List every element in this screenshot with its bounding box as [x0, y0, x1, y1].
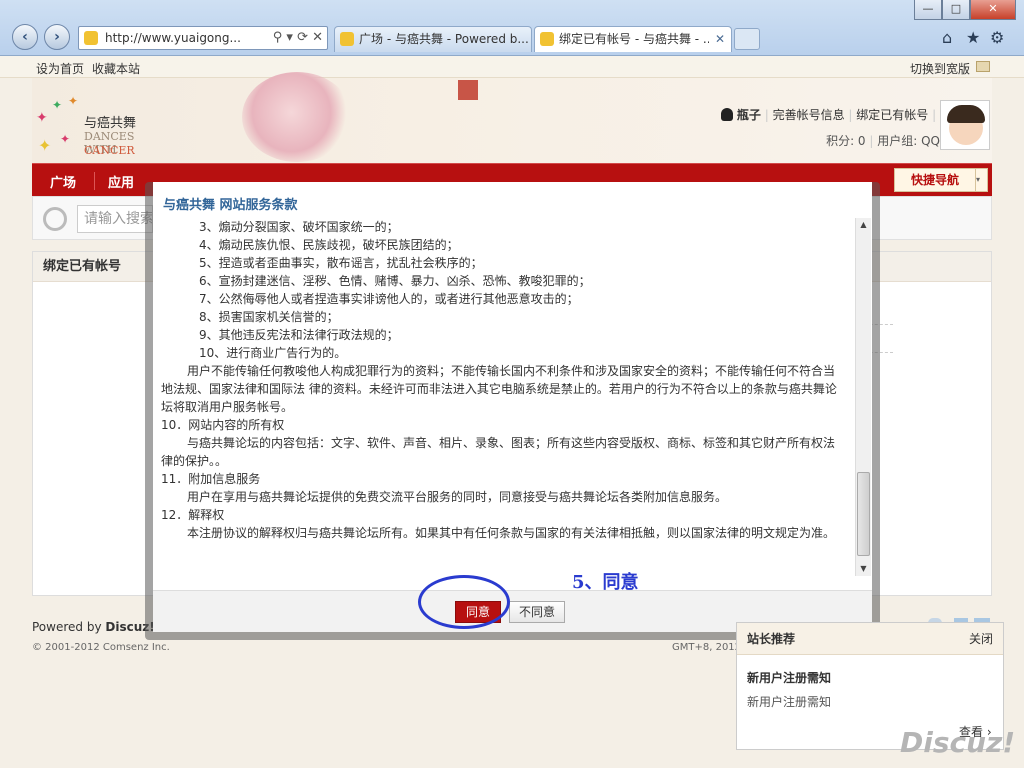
terms-paragraph: 坛将取消用户服务帐号。: [161, 400, 294, 414]
user-links: 瓶子 | 完善帐号信息 | 绑定已有帐号 | 退出: [721, 106, 964, 123]
nav-divider: [94, 172, 95, 190]
terms-paragraph: 本注册协议的解释权归与癌共舞论坛所有。如果其中有任何条款与国家的有关法律相抵触，…: [187, 526, 836, 540]
logo-stars-icon: ✦: [68, 94, 79, 108]
terms-line: 4、煽动民族仇恨、民族歧视，破坏民族团结的；: [199, 238, 459, 252]
recommend-item-text: 新用户注册需知: [747, 695, 832, 709]
tab-label: 绑定已有帐号 - 与癌共舞 - ...: [559, 32, 709, 46]
recommend-item-title[interactable]: 新用户注册需知: [747, 669, 831, 686]
scroll-down-arrow-icon[interactable]: ▼: [856, 562, 871, 576]
powered-prefix: Powered by: [32, 620, 106, 634]
terms-section-title: 11．附加信息服务: [161, 472, 261, 486]
switch-width-link[interactable]: 切换到宽版: [910, 60, 970, 77]
address-url: http://www.yuaigong...: [105, 31, 241, 45]
home-icon[interactable]: ⌂: [942, 28, 952, 47]
favorites-star-icon[interactable]: ★: [966, 28, 980, 47]
copyright-text: © 2001-2012 Comsenz Inc.: [32, 642, 170, 653]
forward-button[interactable]: ›: [44, 24, 70, 50]
tab-plaza[interactable]: 广场 - 与癌共舞 - Powered b...: [334, 26, 532, 52]
tutorial-annotation: 5、同意: [572, 572, 639, 593]
qq-penguin-icon: [721, 108, 734, 121]
search-input[interactable]: 请输入搜索: [77, 205, 153, 233]
nav-item-apps[interactable]: 应用: [108, 172, 134, 191]
tab-close-icon[interactable]: ✕: [715, 27, 725, 51]
username-link[interactable]: 瓶子: [737, 108, 761, 122]
recommend-header: 站长推荐 关闭: [737, 623, 1003, 655]
avatar[interactable]: [940, 100, 990, 150]
terms-paragraph: 用户不能传输任何教唆他人构成犯罪行为的资料；不能传输长国内不利条件和涉及国家安全…: [187, 364, 836, 378]
terms-line: 6、宣扬封建迷信、淫秽、色情、赌博、暴力、凶杀、恐怖、教唆犯罪的；: [199, 274, 591, 288]
bind-account-link[interactable]: 绑定已有帐号: [856, 108, 928, 122]
tab-bind-account[interactable]: 绑定已有帐号 - 与癌共舞 - ... ✕: [534, 26, 732, 52]
terms-line: 5、捏造或者歪曲事实，散布谣言，扰乱社会秩序的；: [199, 256, 483, 270]
quick-nav-label: 快捷导航: [911, 173, 960, 187]
site-logo[interactable]: ✦ ✦ ✦ ✦ ✦ 与癌共舞 DANCES WITH CANCER: [32, 92, 162, 172]
new-tab-button[interactable]: [734, 28, 760, 50]
recommend-title: 站长推荐: [747, 632, 796, 646]
separator: |: [932, 108, 940, 122]
nav-item-plaza[interactable]: 广场: [50, 172, 76, 191]
terms-line: 8、损害国家机关信誉的；: [199, 310, 339, 324]
minimize-button[interactable]: —: [914, 0, 942, 20]
tab-favicon-icon: [540, 32, 554, 46]
dialog-scrollbar[interactable]: ▲ ▼: [855, 218, 871, 576]
terms-line: 9、其他违反宪法和法律行政法规的；: [199, 328, 399, 342]
peony-decoration: [242, 72, 352, 162]
terms-paragraph: 用户在享用与癌共舞论坛提供的免费交流平台服务的同时，同意接受与癌共舞论坛各类附加…: [187, 490, 728, 504]
terms-dialog-body: 与癌共舞 网站服务条款 3、煽动分裂国家、破坏国家统一的； 4、煽动民族仇恨、民…: [153, 182, 872, 632]
points-link[interactable]: 积分: 0: [826, 134, 866, 148]
close-window-button[interactable]: ✕: [970, 0, 1016, 20]
highlight-circle: [418, 575, 510, 629]
avatar-hair: [947, 105, 985, 123]
maximize-button[interactable]: □: [942, 0, 970, 20]
bookmark-link[interactable]: 收藏本站: [92, 60, 140, 77]
terms-dialog: 与癌共舞 网站服务条款 3、煽动分裂国家、破坏国家统一的； 4、煽动民族仇恨、民…: [145, 182, 880, 640]
switch-width-icon[interactable]: [976, 61, 990, 72]
tab-favicon-icon: [340, 32, 354, 46]
tab-label: 广场 - 与癌共舞 - Powered b...: [359, 32, 529, 46]
terms-paragraph: 律的保护。。: [161, 454, 228, 468]
address-tools-icon[interactable]: ⚲ ▾ ⟳ ✕: [273, 27, 323, 49]
terms-text: 3、煽动分裂国家、破坏国家统一的； 4、煽动民族仇恨、民族歧视，破坏民族团结的；…: [161, 218, 851, 576]
terms-section-title: 10．网站内容的所有权: [161, 418, 285, 432]
quick-nav-button[interactable]: 快捷导航 ▾: [894, 168, 988, 192]
set-home-link[interactable]: 设为首页: [36, 60, 84, 77]
logo-stars-icon: ✦: [38, 136, 52, 155]
complete-info-link[interactable]: 完善帐号信息: [773, 108, 845, 122]
browser-chrome: — □ ✕ ‹ › http://www.yuaigong... ⚲ ▾ ⟳ ✕…: [0, 0, 1024, 56]
logo-stars-icon: ✦: [60, 132, 71, 146]
disagree-button[interactable]: 不同意: [509, 601, 565, 623]
terms-paragraph: 与癌共舞论坛的内容包括：文字、软件、声音、相片、录象、图表；所有这些内容受版权、…: [187, 436, 836, 450]
back-button[interactable]: ‹: [12, 24, 38, 50]
search-icon: [43, 207, 67, 231]
recommend-close-link[interactable]: 关闭: [969, 623, 993, 655]
logo-stars-icon: ✦: [52, 98, 63, 112]
seal-stamp: [458, 80, 478, 100]
scroll-thumb[interactable]: [857, 472, 870, 556]
terms-section-title: 12．解释权: [161, 508, 225, 522]
logo-text-en-2: CANCER: [84, 144, 135, 157]
terms-line: 3、煽动分裂国家、破坏国家统一的；: [199, 220, 399, 234]
discuz-watermark: Discuz!: [900, 726, 1016, 759]
chevron-down-icon: ▾: [975, 169, 985, 191]
address-bar[interactable]: http://www.yuaigong... ⚲ ▾ ⟳ ✕: [78, 26, 328, 50]
timezone-text: GMT+8, 2012-: [672, 642, 745, 653]
separator: |: [764, 108, 773, 122]
dialog-title: 与癌共舞 网站服务条款: [163, 198, 298, 213]
terms-line: 7、公然侮辱他人或者捏造事实诽谤他人的，或者进行其他恶意攻击的；: [199, 292, 579, 306]
settings-gear-icon[interactable]: ⚙: [990, 28, 1004, 47]
scroll-up-arrow-icon[interactable]: ▲: [856, 218, 871, 232]
logo-text-cn: 与癌共舞: [84, 116, 137, 131]
top-links-bar: 设为首页 收藏本站 切换到宽版: [0, 56, 1024, 78]
site-favicon-icon: [84, 31, 98, 45]
logo-stars-icon: ✦: [36, 110, 48, 126]
terms-line: 10、进行商业广告行为的。: [199, 346, 347, 360]
terms-paragraph: 地法规、国家法律和国际法 律的资料。未经许可而非法进入其它电脑系统是禁止的。若用…: [161, 382, 837, 396]
